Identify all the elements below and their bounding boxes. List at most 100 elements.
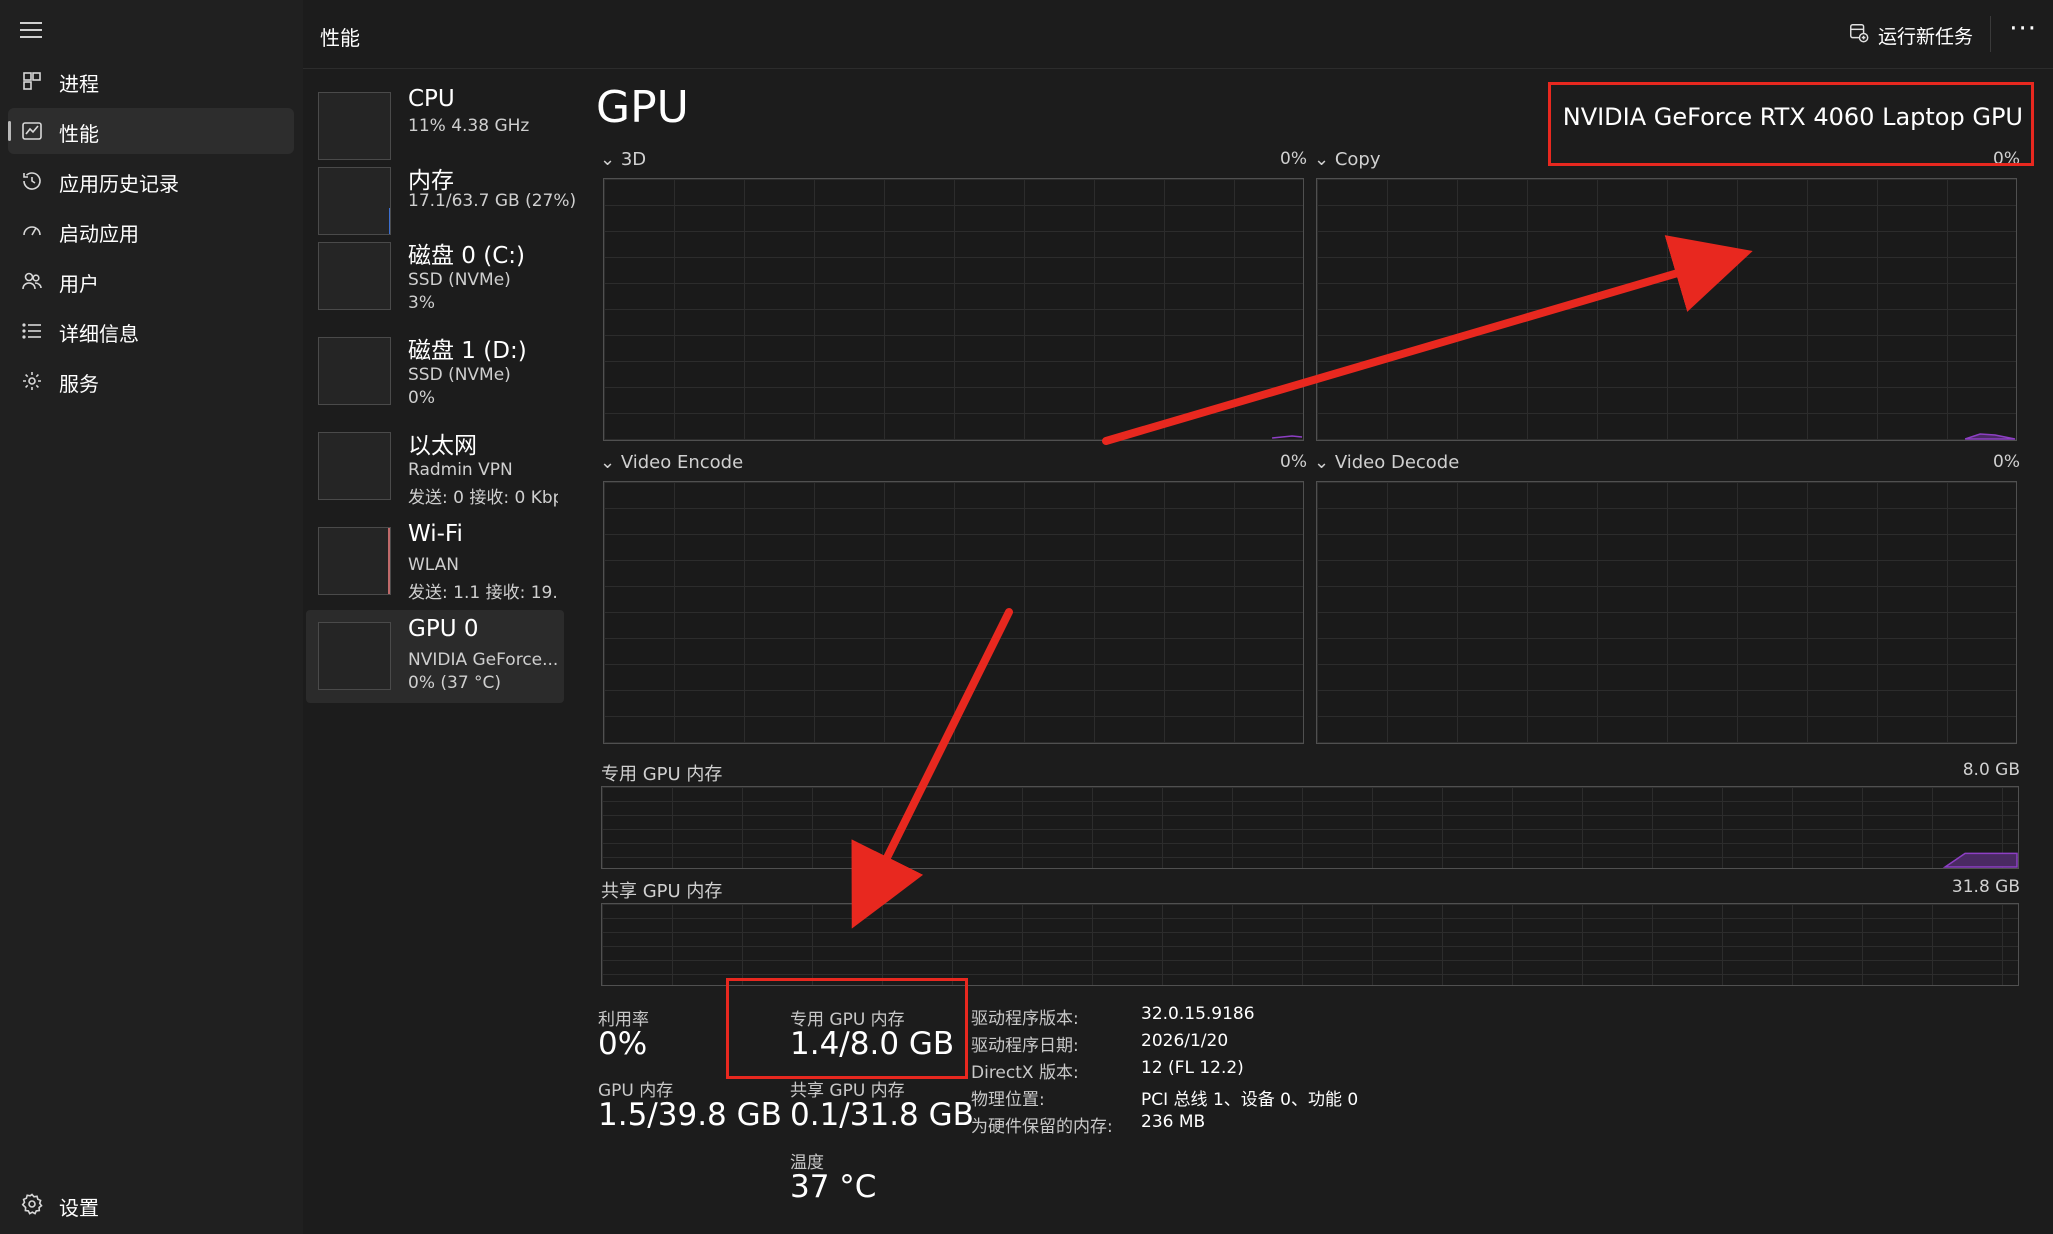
- wifi-usage-mark: [388, 528, 390, 594]
- wifi-thumbnail: [318, 527, 391, 595]
- processes-icon: [20, 69, 44, 93]
- directx-version-value: 12 (FL 12.2): [1141, 1058, 1244, 1078]
- engine-pct: 0%: [1280, 149, 1307, 169]
- resource-usage: 0% (37 °C): [408, 673, 502, 693]
- resource-usage: 发送: 1.1 接收: 19.1: [408, 583, 558, 603]
- resource-name: 磁盘 1 (D:): [408, 338, 527, 364]
- physical-location-key: 物理位置:: [971, 1090, 1045, 1110]
- annotation-box-dedicated-mem: [726, 978, 968, 1079]
- resource-detail: 11% 4.38 GHz: [408, 116, 530, 136]
- header-divider: [1990, 16, 1991, 52]
- dedicated-mem-chart-label: 专用 GPU 内存: [601, 764, 723, 785]
- page-title: 性能: [320, 26, 360, 50]
- cpu-thumbnail: [318, 92, 391, 160]
- engine-selector-video-encode[interactable]: ⌄ Video Encode: [600, 452, 743, 473]
- ethernet-thumbnail: [318, 432, 391, 500]
- resource-wifi[interactable]: Wi-Fi WLAN 发送: 1.1 接收: 19.1: [306, 515, 564, 607]
- app-history-icon: [20, 169, 44, 193]
- nav-item-details[interactable]: 详细信息: [8, 308, 294, 354]
- run-task-icon: [1848, 22, 1870, 49]
- nav-item-processes[interactable]: 进程: [8, 58, 294, 104]
- engine-selector-copy[interactable]: ⌄ Copy: [1314, 149, 1380, 170]
- annotation-box-gpu-model: [1548, 82, 2034, 166]
- hamburger-menu-icon[interactable]: [20, 22, 42, 40]
- engine-label: Copy: [1334, 149, 1381, 170]
- resource-detail: WLAN: [408, 555, 460, 575]
- resource-ethernet[interactable]: 以太网 Radmin VPN 发送: 0 接收: 0 Kbps: [306, 420, 564, 512]
- dedicated-mem-chart-max: 8.0 GB: [1962, 760, 2020, 780]
- resource-usage: 0%: [408, 388, 435, 408]
- disk-0-thumbnail: [318, 242, 391, 310]
- shared-mem-chart-label: 共享 GPU 内存: [601, 881, 723, 902]
- resource-name: GPU 0: [408, 616, 479, 642]
- resource-detail: NVIDIA GeForce...: [408, 650, 559, 670]
- physical-location-value: PCI 总线 1、设备 0、功能 0: [1141, 1090, 1359, 1110]
- resource-name: CPU: [408, 86, 455, 112]
- resource-detail: SSD (NVMe): [408, 365, 511, 385]
- resource-disk-0[interactable]: 磁盘 0 (C:) SSD (NVMe) 3%: [306, 230, 564, 322]
- nav-item-performance[interactable]: 性能: [8, 108, 294, 154]
- engine-label: Video Decode: [1334, 452, 1460, 473]
- driver-version-value: 32.0.15.9186: [1141, 1004, 1255, 1024]
- gpu-0-thumbnail: [318, 622, 391, 690]
- nav-item-users[interactable]: 用户: [8, 258, 294, 304]
- resource-name: Wi-Fi: [408, 521, 463, 547]
- resource-usage: 发送: 0 接收: 0 Kbps: [408, 488, 558, 508]
- utilization-value: 0%: [598, 1026, 648, 1062]
- engine-pct: 0%: [1280, 452, 1307, 472]
- shared-mem-chart-max: 31.8 GB: [1951, 877, 2020, 897]
- resource-detail: 17.1/63.7 GB (27%): [408, 191, 577, 211]
- directx-version-key: DirectX 版本:: [971, 1063, 1079, 1083]
- engine-pct: 0%: [1993, 452, 2020, 472]
- chart-video-encode: [603, 481, 1304, 744]
- more-options-button[interactable]: ···: [2009, 14, 2037, 44]
- users-icon: [20, 269, 44, 293]
- startup-apps-icon: [20, 219, 44, 243]
- nav-item-label: 应用历史记录: [59, 172, 179, 196]
- chart-shared-mem: [601, 903, 2019, 986]
- nav-item-label: 服务: [59, 372, 99, 396]
- performance-icon: [20, 119, 44, 143]
- nav-item-services[interactable]: 服务: [8, 358, 294, 404]
- driver-date-value: 2026/1/20: [1141, 1031, 1229, 1051]
- memory-thumbnail: [318, 167, 391, 235]
- nav-item-settings[interactable]: 设置: [8, 1184, 294, 1224]
- engine-label: 3D: [620, 149, 647, 170]
- engine-label: Video Encode: [620, 452, 744, 473]
- reserved-memory-key: 为硬件保留的内存:: [971, 1117, 1113, 1137]
- nav-item-label: 性能: [59, 122, 99, 146]
- nav-item-label: 启动应用: [59, 222, 139, 246]
- gear-icon: [20, 1192, 44, 1216]
- resource-name: 内存: [408, 168, 454, 194]
- shared-mem-value: 0.1/31.8 GB: [790, 1097, 974, 1133]
- header-bar: 性能 运行新任务 ···: [303, 0, 2053, 69]
- settings-label: 设置: [59, 1196, 99, 1220]
- resource-detail: Radmin VPN: [408, 460, 513, 480]
- nav-item-label: 进程: [59, 72, 99, 96]
- selected-indicator: [8, 121, 11, 141]
- engine-selector-3d[interactable]: ⌄ 3D: [600, 149, 646, 170]
- nav-item-startup-apps[interactable]: 启动应用: [8, 208, 294, 254]
- driver-version-key: 驱动程序版本:: [971, 1009, 1079, 1029]
- disk-1-thumbnail: [318, 337, 391, 405]
- services-icon: [20, 369, 44, 393]
- gpu-mem-value: 1.5/39.8 GB: [598, 1097, 782, 1133]
- run-new-task-button[interactable]: 运行新任务: [1848, 20, 1973, 50]
- resource-gpu-0[interactable]: GPU 0 NVIDIA GeForce... 0% (37 °C): [306, 610, 564, 703]
- chart-video-decode: [1316, 481, 2017, 744]
- driver-date-key: 驱动程序日期:: [971, 1036, 1079, 1056]
- chart-3d: [603, 178, 1304, 441]
- nav-item-app-history[interactable]: 应用历史记录: [8, 158, 294, 204]
- engine-selector-video-decode[interactable]: ⌄ Video Decode: [1314, 452, 1459, 473]
- chart-dedicated-mem: [601, 786, 2019, 869]
- chart-copy: [1316, 178, 2017, 441]
- reserved-memory-value: 236 MB: [1141, 1112, 1206, 1132]
- temperature-value: 37 °C: [790, 1169, 877, 1205]
- nav-item-label: 详细信息: [59, 322, 139, 346]
- details-icon: [20, 319, 44, 343]
- resource-name: 磁盘 0 (C:): [408, 243, 526, 269]
- gpu-title: GPU: [596, 82, 689, 133]
- nav-pane: 进程 性能 应用历史记录 启动应用 用户 详细信息 服务 设置: [0, 0, 303, 1234]
- resource-disk-1[interactable]: 磁盘 1 (D:) SSD (NVMe) 0%: [306, 325, 564, 417]
- nav-item-label: 用户: [59, 272, 99, 296]
